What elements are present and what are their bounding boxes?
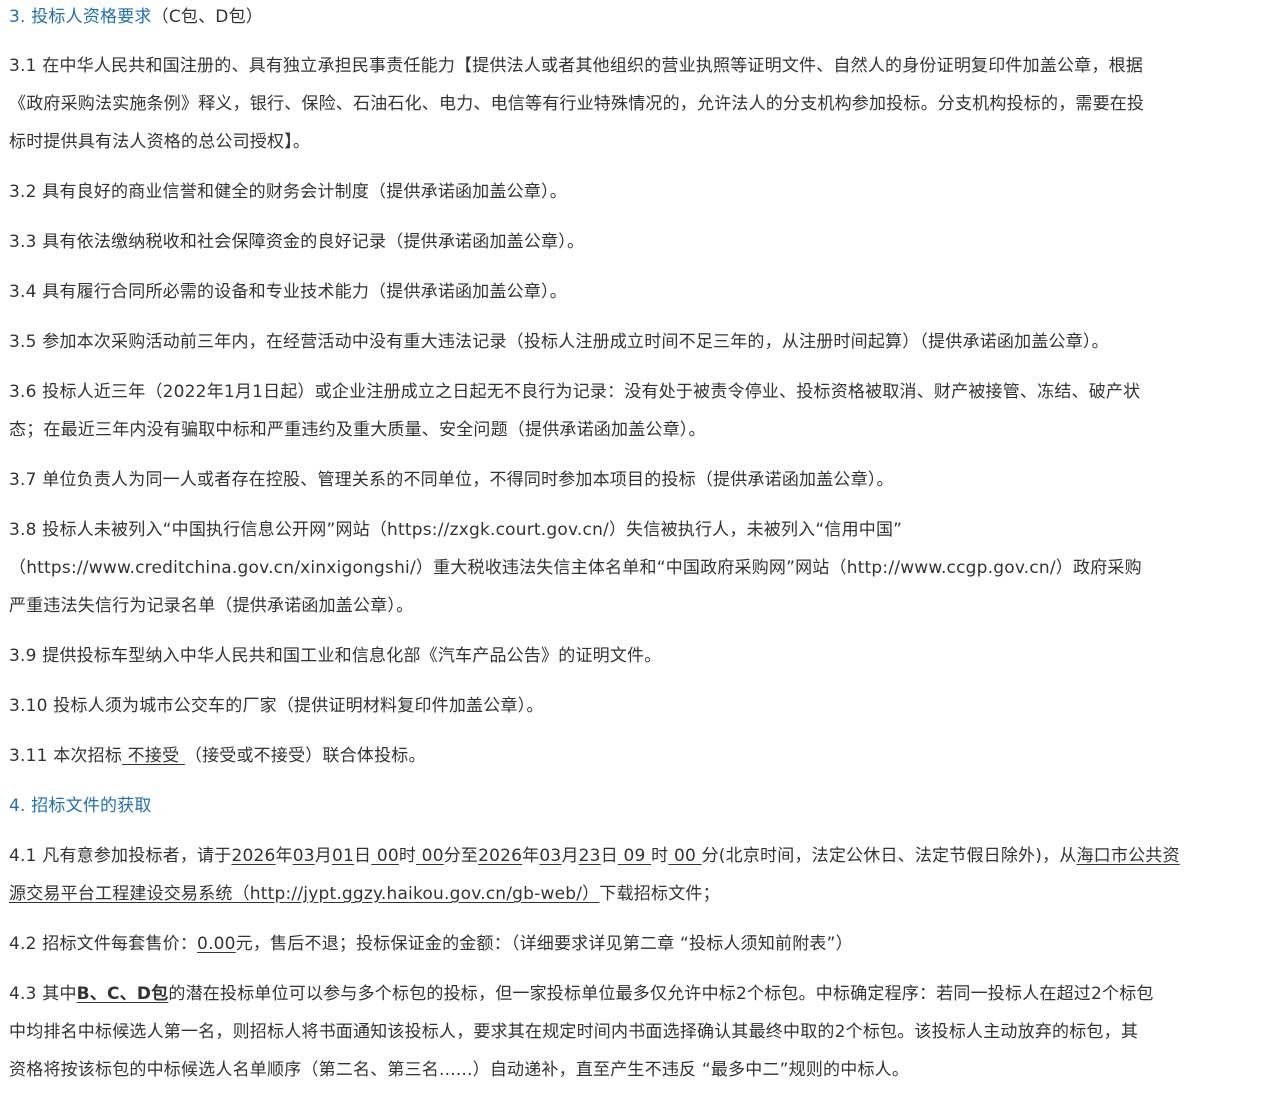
item-4-1-note: 分(北京时间，法定公休日、法定节假日除外)，从 [701,846,1077,866]
start-minute: 00 [416,846,444,866]
item-4-2-label: 4.2 招标文件每套售价： [9,934,198,954]
requirement-3-4-text: 3.4 具有履行合同所必需的设备和专业技术能力（提供承诺函加盖公章）。 [9,282,567,302]
unit-day: 日 [354,846,372,866]
unit-year-2: 年 [522,846,540,866]
requirement-3-7-text: 3.7 单位负责人为同一人或者存在控股、管理关系的不同单位，不得同时参加本项目的… [9,470,894,490]
item-4-3: 4.3 其中B、C、D包的潜在投标单位可以参与多个标包的投标，但一家投标单位最多… [9,975,1278,1089]
section-4-heading: 4. 招标文件的获取 [9,787,1278,825]
requirement-3-11: 3.11 本次招标 不接受 （接受或不接受）联合体投标。 [9,737,1278,775]
item-4-2-rest: 元，售后不退；投标保证金的金额：（详细要求详见第二章 “投标人须知前附表”） [235,934,853,954]
requirement-3-7: 3.7 单位负责人为同一人或者存在控股、管理关系的不同单位，不得同时参加本项目的… [9,461,1278,499]
item-4-1-intro: 4.1 凡有意参加投标者，请于 [9,846,232,866]
platform-link[interactable]: 源交易平台工程建设交易系统（http://jypt.ggzy.haikou.go… [9,884,599,904]
item-4-3-line-3: 资格将按该标包的中标候选人名单顺序（第二名、第三名......）自动递补，直至产… [9,1060,910,1080]
requirement-3-11-suffix: （接受或不接受）联合体投标。 [184,746,426,766]
requirement-3-1-line-3: 标时提供具有法人资格的总公司授权】。 [9,132,311,152]
unit-year: 年 [275,846,293,866]
requirement-3-3-text: 3.3 具有依法缴纳税收和社会保障资金的良好记录（提供承诺函加盖公章）。 [9,232,585,252]
start-year: 2026 [231,846,276,866]
item-4-3-intro: 4.3 其中 [9,984,77,1004]
consortium-choice: 不接受 [122,746,185,766]
requirement-3-6: 3.6 投标人近三年（2022年1月1日起）或企业注册成立之日起无不良行为记录：… [9,373,1278,449]
requirement-3-1: 3.1 在中华人民共和国注册的、具有独立承担民事责任能力【提供法人或者其他组织的… [9,47,1278,161]
requirement-3-8: 3.8 投标人未被列入“中国执行信息公开网”网站（https://zxgk.co… [9,511,1278,625]
lot-list: B、C、D包 [76,984,169,1004]
requirement-3-11-prefix: 3.11 本次招标 [9,746,123,766]
platform-name-part-1: 海口市公共资 [1076,846,1180,866]
end-day: 23 [578,846,601,866]
requirement-3-8-line-3: 严重违法失信行为记录名单（提供承诺函加盖公章）。 [9,596,414,616]
section-3-title: 投标人资格要求 [31,7,152,27]
requirement-3-6-line-1: 3.6 投标人近三年（2022年1月1日起）或企业注册成立之日起无不良行为记录：… [9,382,1141,402]
requirement-3-6-line-2: 态；在最近三年内没有骗取中标和严重违约及重大质量、安全问题（提供承诺函加盖公章）… [9,420,706,440]
requirement-3-2: 3.2 具有良好的商业信誉和健全的财务会计制度（提供承诺函加盖公章）。 [9,173,1278,211]
unit-minute-to: 分至 [443,846,479,866]
requirement-3-5-text: 3.5 参加本次采购活动前三年内，在经营活动中没有重大违法记录（投标人注册成立时… [9,332,1109,352]
start-month: 03 [292,846,315,866]
item-4-3-rest: 的潜在投标单位可以参与多个标包的投标，但一家投标单位最多仅允许中标2个标包。中标… [168,984,1154,1004]
item-4-1-end: 下载招标文件； [599,884,720,904]
unit-hour-2: 时 [651,846,669,866]
section-3-suffix: （C包、D包） [151,7,264,27]
unit-day-2: 日 [600,846,618,866]
requirement-3-3: 3.3 具有依法缴纳税收和社会保障资金的良好记录（提供承诺函加盖公章）。 [9,223,1278,261]
start-day: 01 [331,846,355,866]
requirement-3-4: 3.4 具有履行合同所必需的设备和专业技术能力（提供承诺函加盖公章）。 [9,273,1278,311]
end-minute: 00 [668,846,702,866]
item-4-2-text: 4.2 招标文件每套售价：0.00元，售后不退；投标保证金的金额：（详细要求详见… [9,925,1278,963]
section-3-number: 3. [9,7,26,27]
unit-month-2: 月 [561,846,579,866]
item-4-2: 4.2 招标文件每套售价：0.00元，售后不退；投标保证金的金额：（详细要求详见… [9,925,1278,963]
item-4-3-line-2: 中均排名中标候选人第一名，则招标人将书面通知该投标人，要求其在规定时间内书面选择… [9,1022,1139,1042]
unit-hour: 时 [398,846,417,866]
end-hour: 09 [617,846,652,866]
item-4-3-line-1: 4.3 其中B、C、D包的潜在投标单位可以参与多个标包的投标，但一家投标单位最多… [9,975,1278,1013]
item-4-1-line-1: 4.1 凡有意参加投标者，请于2026年03月01日 00时 00分至2026年… [9,837,1278,875]
requirement-3-10-text: 3.10 投标人须为城市公交车的厂家（提供证明材料复印件加盖公章）。 [9,696,544,716]
section-4-title: 招标文件的获取 [31,796,152,816]
requirement-3-2-text: 3.2 具有良好的商业信誉和健全的财务会计制度（提供承诺函加盖公章）。 [9,182,567,202]
section-3-heading: 3. 投标人资格要求（C包、D包） [9,0,1278,34]
section-4-number: 4. [9,796,26,816]
item-4-1-line-2: 源交易平台工程建设交易系统（http://jypt.ggzy.haikou.go… [9,875,1278,913]
end-month: 03 [539,846,562,866]
unit-month: 月 [314,846,332,866]
start-hour: 00 [371,846,399,866]
end-year: 2026 [478,846,523,866]
requirement-3-8-line-1: 3.8 投标人未被列入“中国执行信息公开网”网站（https://zxgk.co… [9,520,903,540]
document: 3. 投标人资格要求（C包、D包） 3.1 在中华人民共和国注册的、具有独立承担… [0,0,1286,1089]
requirement-3-5: 3.5 参加本次采购活动前三年内，在经营活动中没有重大违法记录（投标人注册成立时… [9,323,1278,361]
requirement-3-9: 3.9 提供投标车型纳入中华人民共和国工业和信息化部《汽车产品公告》的证明文件。 [9,637,1278,675]
item-4-1: 4.1 凡有意参加投标者，请于2026年03月01日 00时 00分至2026年… [9,837,1278,913]
requirement-3-10: 3.10 投标人须为城市公交车的厂家（提供证明材料复印件加盖公章）。 [9,687,1278,725]
requirement-3-8-line-2: （https://www.creditchina.gov.cn/xinxigon… [9,558,1142,578]
requirement-3-11-text: 3.11 本次招标 不接受 （接受或不接受）联合体投标。 [9,737,1278,775]
document-price: 0.00 [197,934,236,954]
requirement-3-1-line-1: 3.1 在中华人民共和国注册的、具有独立承担民事责任能力【提供法人或者其他组织的… [9,56,1144,76]
requirement-3-1-line-2: 《政府采购法实施条例》释义，银行、保险、石油石化、电力、电信等有行业特殊情况的，… [9,94,1145,114]
requirement-3-9-text: 3.9 提供投标车型纳入中华人民共和国工业和信息化部《汽车产品公告》的证明文件。 [9,646,662,666]
